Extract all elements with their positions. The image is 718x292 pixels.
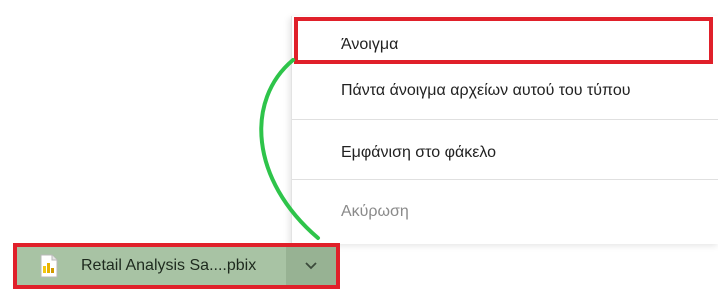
- menu-item-show-in-folder[interactable]: Εμφάνιση στο φάκελο: [292, 130, 718, 176]
- menu-item-always-open-label: Πάντα άνοιγμα αρχείων αυτού του τύπου: [341, 82, 631, 99]
- download-item[interactable]: Retail Analysis Sa....pbix: [13, 243, 340, 289]
- download-menu-button[interactable]: [286, 247, 336, 285]
- pbix-file-icon: [39, 254, 59, 278]
- chevron-down-icon: [305, 262, 317, 270]
- menu-item-cancel-label: Ακύρωση: [341, 203, 409, 220]
- open-highlight-box: [294, 17, 713, 64]
- menu-item-always-open[interactable]: Πάντα άνοιγμα αρχείων αυτού του τύπου: [292, 68, 718, 114]
- download-item-open-area[interactable]: Retail Analysis Sa....pbix: [17, 247, 286, 285]
- menu-item-show-in-folder-label: Εμφάνιση στο φάκελο: [341, 144, 497, 161]
- menu-divider: [292, 179, 718, 180]
- menu-item-cancel: Ακύρωση: [292, 189, 718, 235]
- download-file-name: Retail Analysis Sa....pbix: [81, 257, 257, 274]
- menu-divider: [292, 119, 718, 120]
